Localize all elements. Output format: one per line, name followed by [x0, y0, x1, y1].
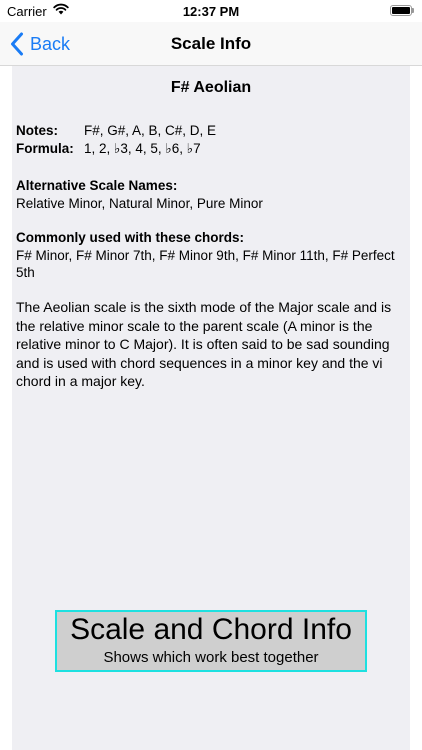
- scale-chord-info-title: Scale and Chord Info: [70, 613, 352, 646]
- scale-description: The Aeolian scale is the sixth mode of t…: [16, 299, 392, 389]
- scale-name: F# Aeolian: [170, 79, 252, 96]
- status-bar: Carrier 12:37 PM: [0, 0, 422, 22]
- scale-chord-info-button[interactable]: Scale and Chord Info Shows which work be…: [55, 610, 367, 672]
- scale-chord-info-subtitle: Shows which work best together: [103, 649, 319, 666]
- notes-label: Notes:: [16, 123, 59, 138]
- notes-formula-section: Notes: F#, G#, A, B, C#, D, E Formula: 1…: [16, 122, 408, 157]
- alt-names-heading: Alternative Scale Names:: [16, 178, 178, 193]
- chords-value: F# Minor, F# Minor 7th, F# Minor 9th, F#…: [16, 247, 395, 281]
- notes-value: F#, G#, A, B, C#, D, E: [84, 123, 217, 138]
- formula-label: Formula:: [16, 140, 74, 156]
- formula-value: 1, 2, ♭3, 4, 5, ♭6, ♭7: [84, 140, 201, 156]
- status-time: 12:37 PM: [182, 4, 240, 19]
- alt-names-value: Relative Minor, Natural Minor, Pure Mino…: [16, 195, 263, 211]
- navigation-bar: Back Scale Info: [0, 22, 422, 66]
- page-title: Scale Info: [170, 34, 252, 53]
- alt-names-section: Alternative Scale Names: Relative Minor,…: [16, 177, 408, 212]
- chords-section: Commonly used with these chords: F# Mino…: [16, 229, 408, 282]
- scale-info-panel: F# Aeolian Notes: F#, G#, A, B, C#, D, E…: [12, 66, 410, 750]
- chords-heading: Commonly used with these chords:: [16, 230, 245, 245]
- battery-icon: [390, 5, 414, 16]
